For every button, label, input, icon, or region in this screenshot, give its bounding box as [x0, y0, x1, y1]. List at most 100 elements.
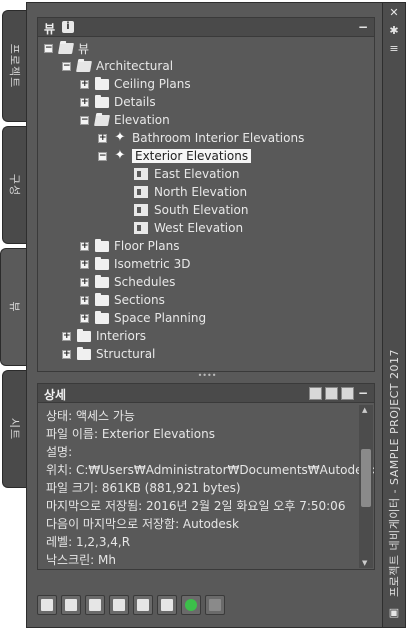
- expand-icon[interactable]: +: [80, 79, 89, 89]
- folder-icon: [95, 238, 109, 252]
- pin-icon[interactable]: ✱: [388, 25, 400, 37]
- tree-node-ceiling-plans[interactable]: + Ceiling Plans: [80, 75, 191, 93]
- settings-icon[interactable]: [341, 387, 354, 400]
- info-icon[interactable]: i: [62, 21, 74, 33]
- expand-icon[interactable]: +: [80, 97, 89, 107]
- view-panel-header: 뷰 i −: [37, 17, 375, 37]
- clipboard-button[interactable]: [109, 595, 129, 615]
- detail-location: 위치: C:₩Users₩Administrator₩Documents₩Aut…: [46, 463, 375, 477]
- repath-icon: [137, 599, 149, 611]
- view-sheet-icon: [134, 222, 148, 234]
- properties-menu-icon[interactable]: ≡: [388, 43, 400, 55]
- properties-button[interactable]: [157, 595, 177, 615]
- tree-node-east-elevation[interactable]: East Elevation: [134, 165, 239, 183]
- scroll-thumb[interactable]: [361, 449, 371, 507]
- expand-icon[interactable]: +: [80, 313, 89, 323]
- detail-file-name: 파일 이름: Exterior Elevations: [46, 427, 215, 441]
- detail-partial-line: 낙스크린: Mh: [46, 553, 116, 567]
- scroll-down-icon[interactable]: ▼: [362, 559, 367, 567]
- view-sheet-icon: [134, 186, 148, 198]
- view-sheet-icon: [134, 204, 148, 216]
- details-panel-title: 상세: [44, 388, 67, 402]
- detail-last-saved: 마지막으로 저장됨: 2016년 2월 2일 화요일 오후 7:50:06: [46, 499, 346, 513]
- tree-node-exterior-elevations[interactable]: − ✦ Exterior Elevations: [98, 147, 252, 165]
- folder-open-icon: [94, 114, 110, 126]
- expand-icon[interactable]: +: [62, 349, 71, 359]
- expand-icon[interactable]: +: [80, 277, 89, 287]
- left-tab-strip: 프로젝트 구성 뷰 시트: [0, 10, 28, 492]
- tab-constructs[interactable]: 구성: [2, 126, 26, 244]
- minimize-details-panel-button[interactable]: −: [358, 386, 368, 400]
- refresh-icon: [185, 599, 197, 611]
- new-view-icon: [41, 599, 53, 611]
- detail-description: 설명:: [46, 445, 73, 459]
- tree-node-views[interactable]: − 뷰: [44, 39, 89, 57]
- expand-icon[interactable]: +: [80, 259, 89, 269]
- tree-node-north-elevation[interactable]: North Elevation: [134, 183, 247, 201]
- tree-node-details[interactable]: + Details: [80, 93, 156, 111]
- folder-icon: [95, 292, 109, 306]
- tree-node-isometric-3d[interactable]: + Isometric 3D: [80, 255, 190, 273]
- refresh-button[interactable]: [181, 595, 201, 615]
- view-sheet-icon: [134, 168, 148, 180]
- folder-icon: [95, 256, 109, 270]
- folder-open-icon: [58, 42, 74, 54]
- properties-icon: [161, 599, 173, 611]
- collapse-icon[interactable]: −: [44, 43, 53, 53]
- new-category-icon: [65, 599, 77, 611]
- palette-title: 프로젝트 네비게이터 - SAMPLE PROJECT 2017: [388, 349, 401, 597]
- close-icon[interactable]: ✕: [388, 7, 400, 19]
- tree-node-south-elevation[interactable]: South Elevation: [134, 201, 248, 219]
- folder-icon: [95, 76, 109, 90]
- tab-views[interactable]: 뷰: [0, 248, 28, 366]
- details-view-icon[interactable]: [325, 387, 338, 400]
- tree-node-architectural[interactable]: − Architectural: [62, 57, 173, 75]
- tree-node-bathroom-interior-elevations[interactable]: + ✦ Bathroom Interior Elevations: [98, 129, 304, 147]
- details-body: 상태: 액세스 가능 파일 이름: Exterior Elevations 설명…: [37, 403, 375, 570]
- folder-icon: [95, 274, 109, 288]
- folder-icon: [77, 328, 91, 342]
- scroll-up-icon[interactable]: ▲: [362, 406, 367, 414]
- collapse-icon[interactable]: −: [62, 61, 71, 71]
- repath-button[interactable]: [133, 595, 153, 615]
- palette-settings-icon[interactable]: ▣: [388, 607, 400, 619]
- new-view-button[interactable]: [37, 595, 57, 615]
- palette-title-bar[interactable]: ✕ ✱ ≡ 프로젝트 네비게이터 - SAMPLE PROJECT 2017 ▣: [383, 2, 406, 628]
- collapse-icon[interactable]: −: [80, 115, 89, 125]
- open-icon: [89, 599, 101, 611]
- tree-node-floor-plans[interactable]: + Floor Plans: [80, 237, 179, 255]
- folder-icon: [77, 346, 91, 360]
- tree-node-west-elevation[interactable]: West Elevation: [134, 219, 243, 237]
- view-panel-title: 뷰: [44, 22, 56, 36]
- disabled-tool-button[interactable]: [205, 595, 225, 615]
- tree-node-interiors[interactable]: + Interiors: [62, 327, 146, 345]
- clipboard-icon: [113, 599, 125, 611]
- expand-icon[interactable]: +: [80, 295, 89, 305]
- folder-icon: [95, 94, 109, 108]
- expand-icon[interactable]: +: [62, 331, 71, 341]
- elevation-view-icon: ✦: [114, 130, 126, 145]
- expand-icon[interactable]: +: [80, 241, 89, 251]
- open-button[interactable]: [85, 595, 105, 615]
- tree-node-structural[interactable]: + Structural: [62, 345, 155, 363]
- tab-project[interactable]: 프로젝트: [2, 10, 26, 122]
- tree-node-sections[interactable]: + Sections: [80, 291, 165, 309]
- detail-last-saved-by: 다음이 마지막으로 저장함: Autodesk: [46, 517, 239, 531]
- preview-icon[interactable]: [309, 387, 322, 400]
- new-category-button[interactable]: [61, 595, 81, 615]
- minimize-view-panel-button[interactable]: −: [358, 20, 368, 34]
- tree-node-space-planning[interactable]: + Space Planning: [80, 309, 206, 327]
- disabled-tool-icon: [209, 599, 221, 611]
- view-tree: − 뷰 − Architectural + Ceiling Plans + De…: [37, 37, 375, 372]
- detail-file-size: 파일 크기: 861KB (881,921 bytes): [46, 481, 241, 495]
- details-scrollbar[interactable]: ▲ ▼: [359, 405, 373, 568]
- details-panel-header: 상세 −: [37, 383, 375, 403]
- expand-icon[interactable]: +: [98, 133, 107, 143]
- panel-splitter[interactable]: ••••: [187, 372, 227, 380]
- collapse-icon[interactable]: −: [98, 151, 107, 161]
- tree-node-schedules[interactable]: + Schedules: [80, 273, 175, 291]
- detail-status: 상태: 액세스 가능: [46, 409, 135, 423]
- tree-node-elevation[interactable]: − Elevation: [80, 111, 170, 129]
- navigator-panel: 뷰 i − − 뷰 − Architectural + Ceiling Plan…: [26, 2, 383, 628]
- tab-sheets[interactable]: 시트: [2, 370, 26, 488]
